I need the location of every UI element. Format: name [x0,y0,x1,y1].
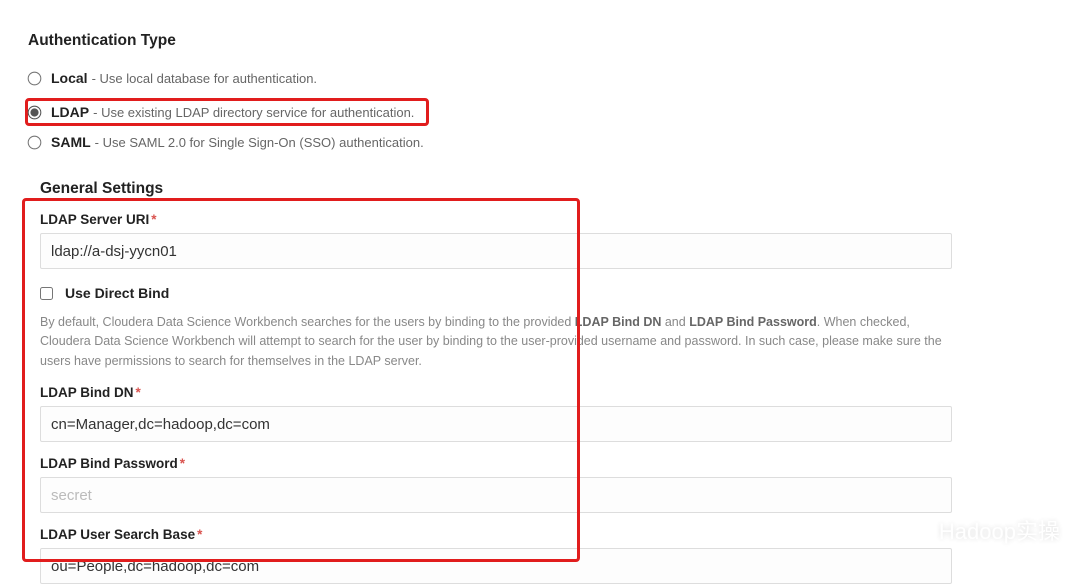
auth-option-ldap-desc: - Use existing LDAP directory service fo… [93,105,414,120]
use-direct-bind-checkbox[interactable] [40,287,53,300]
use-direct-bind-label: Use Direct Bind [65,285,169,301]
auth-type-heading: Authentication Type [28,32,1052,50]
ldap-bind-dn-label: LDAP Bind DN* [40,385,1052,400]
radio-local[interactable] [28,71,42,85]
watermark: Hadoop实操 [901,514,1060,546]
auth-option-ldap[interactable]: LDAP - Use existing LDAP directory servi… [28,104,420,120]
auth-option-ldap-label: LDAP [51,104,89,120]
radio-ldap[interactable] [28,105,42,119]
highlight-ldap-option: LDAP - Use existing LDAP directory servi… [25,98,429,126]
use-direct-bind-row[interactable]: Use Direct Bind [40,285,1052,301]
ldap-bind-password-input[interactable] [40,477,952,513]
watermark-text: Hadoop实操 [939,514,1060,546]
direct-bind-help-text: By default, Cloudera Data Science Workbe… [40,313,950,371]
auth-option-saml-label: SAML [51,134,91,150]
auth-option-saml[interactable]: SAML - Use SAML 2.0 for Single Sign-On (… [28,132,1052,152]
auth-option-saml-desc: - Use SAML 2.0 for Single Sign-On (SSO) … [95,135,424,150]
ldap-server-uri-label: LDAP Server URI* [40,212,1052,227]
ldap-user-search-base-input[interactable] [40,548,952,584]
ldap-bind-dn-input[interactable] [40,406,952,442]
ldap-bind-password-label: LDAP Bind Password* [40,456,1052,471]
auth-option-local-desc: - Use local database for authentication. [92,71,317,86]
wechat-icon [901,515,931,545]
auth-option-local-label: Local [51,70,88,86]
general-settings-heading: General Settings [40,180,1052,198]
auth-option-local[interactable]: Local - Use local database for authentic… [28,68,1052,88]
radio-saml[interactable] [28,135,42,149]
ldap-server-uri-input[interactable] [40,233,952,269]
